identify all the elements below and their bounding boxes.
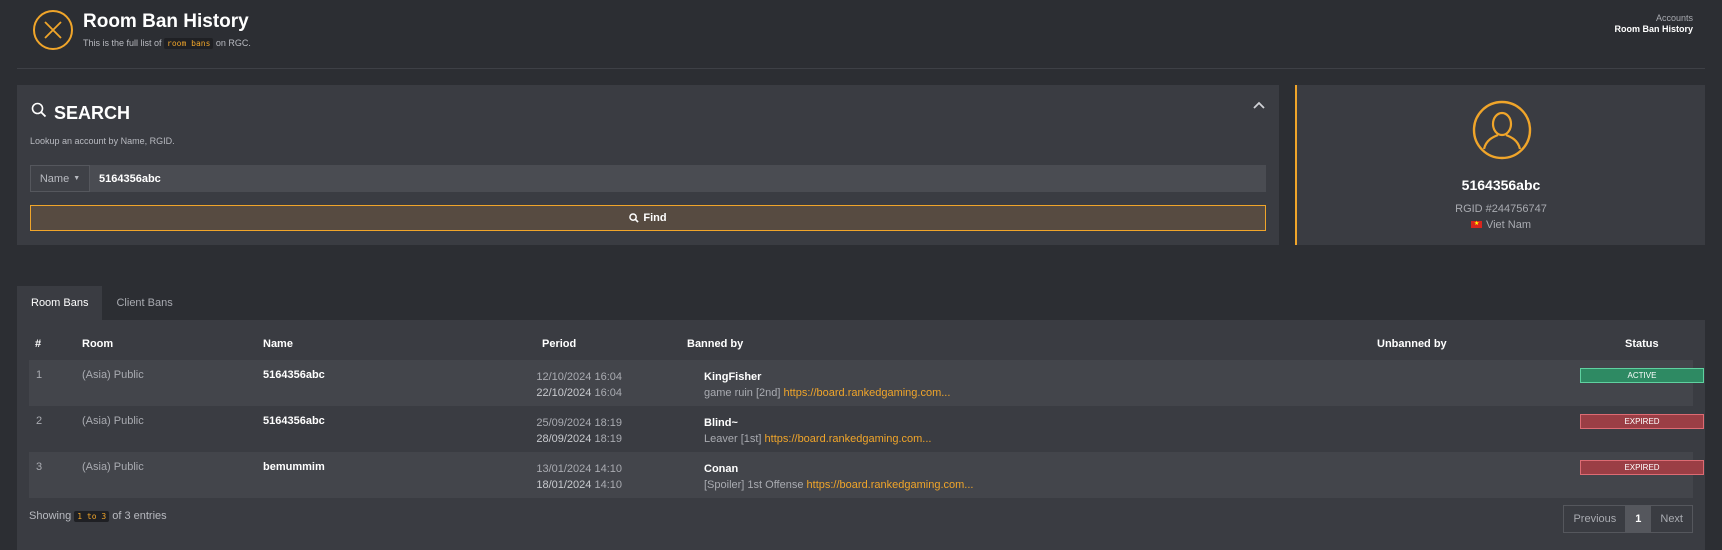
row-name[interactable]: bemummim	[263, 461, 325, 473]
vietnam-flag-icon	[1470, 220, 1482, 228]
profile-country: Viet Nam	[1297, 219, 1705, 231]
tab-room-bans[interactable]: Room Bans	[17, 286, 103, 320]
caret-down-icon: ▼	[73, 175, 81, 182]
row-period: 12/10/2024 16:04 22/10/2024 16:04	[447, 369, 622, 401]
ban-thread-link[interactable]: https://board.rankedgaming.com...	[765, 433, 932, 445]
ban-reason: Leaver [1st]	[704, 433, 762, 445]
status-badge: ACTIVE	[1580, 368, 1704, 383]
period-start-date: 13/01/2024	[536, 463, 592, 475]
period-end-time: 14:10	[594, 479, 622, 491]
pagination: Previous 1 Next	[1563, 505, 1693, 533]
subtitle-code: room bans	[164, 38, 214, 49]
ban-tabs: Room Bans Client Bans	[17, 286, 187, 320]
banned-by-name[interactable]: KingFisher	[704, 369, 950, 385]
status-badge: EXPIRED	[1580, 414, 1704, 429]
find-button-label: Find	[643, 212, 667, 224]
chevron-up-icon[interactable]	[1253, 99, 1265, 113]
row-banned-by: Blind~ Leaver [1st] https://board.ranked…	[704, 415, 931, 447]
banned-by-name[interactable]: Blind~	[704, 415, 931, 431]
pagination-next[interactable]: Next	[1650, 506, 1692, 532]
table-header: # Room Name Period Banned by Unbanned by…	[17, 338, 1705, 358]
breadcrumb-accounts[interactable]: Accounts	[1614, 13, 1693, 23]
col-period[interactable]: Period	[542, 338, 576, 350]
page-title: Room Ban History	[83, 11, 249, 32]
period-end-date: 18/01/2024	[536, 479, 592, 491]
period-end-time: 16:04	[594, 387, 622, 399]
ban-reason: [Spoiler] 1st Offense	[704, 479, 804, 491]
tab-client-bans[interactable]: Client Bans	[102, 286, 186, 320]
period-start-date: 12/10/2024	[536, 371, 592, 383]
subtitle-suffix: on RGC.	[215, 38, 251, 48]
table-info: Showing 1 to 3 of 3 entries	[29, 510, 167, 522]
search-field-select[interactable]: Name ▼	[30, 165, 90, 192]
close-circle-icon	[33, 10, 73, 50]
row-room: (Asia) Public	[82, 461, 144, 473]
period-start-time: 16:04	[594, 371, 622, 383]
period-end-date: 22/10/2024	[536, 387, 592, 399]
pagination-previous[interactable]: Previous	[1564, 506, 1625, 532]
row-room: (Asia) Public	[82, 369, 144, 381]
col-banned-by[interactable]: Banned by	[687, 338, 743, 350]
row-banned-by: KingFisher game ruin [2nd] https://board…	[704, 369, 950, 401]
profile-rgid: RGID #244756747	[1455, 203, 1547, 215]
col-num[interactable]: #	[35, 338, 41, 350]
room-bans-table: # Room Name Period Banned by Unbanned by…	[17, 320, 1705, 550]
col-room[interactable]: Room	[82, 338, 113, 350]
search-icon	[31, 102, 47, 121]
row-num: 3	[36, 461, 43, 473]
profile-country-label: Viet Nam	[1485, 219, 1532, 231]
table-row: 2 (Asia) Public 5164356abc 25/09/2024 18…	[29, 406, 1704, 452]
avatar-icon	[1472, 100, 1532, 160]
period-start-time: 14:10	[594, 463, 622, 475]
row-name[interactable]: 5164356abc	[263, 369, 325, 381]
search-panel: SEARCH Lookup an account by Name, RGID. …	[17, 85, 1279, 245]
ban-thread-link[interactable]: https://board.rankedgaming.com...	[784, 387, 951, 399]
table-info-prefix: Showing	[29, 510, 72, 522]
table-info-suffix: of 3 entries	[112, 510, 167, 522]
col-unbanned-by[interactable]: Unbanned by	[1377, 338, 1447, 350]
table-row: 1 (Asia) Public 5164356abc 12/10/2024 16…	[29, 360, 1704, 406]
pagination-page-1[interactable]: 1	[1625, 506, 1651, 532]
row-period: 13/01/2024 14:10 18/01/2024 14:10	[447, 461, 622, 493]
search-icon	[629, 213, 640, 223]
search-title: SEARCH	[54, 103, 131, 123]
breadcrumb: Accounts Room Ban History	[1614, 13, 1693, 34]
search-field-label: Name	[39, 172, 70, 185]
row-name[interactable]: 5164356abc	[263, 415, 325, 427]
row-num: 1	[36, 369, 43, 381]
row-num: 2	[36, 415, 43, 427]
search-hint: Lookup an account by Name, RGID.	[30, 136, 175, 146]
page-subtitle: This is the full list of room bans on RG…	[83, 38, 251, 49]
row-banned-by: Conan [Spoiler] 1st Offense https://boar…	[704, 461, 973, 493]
ban-reason: game ruin [2nd]	[704, 387, 781, 399]
status-badge: EXPIRED	[1580, 460, 1704, 475]
period-start-time: 18:19	[594, 417, 622, 429]
profile-panel: 5164356abc RGID #244756747 Viet Nam	[1295, 85, 1705, 245]
subtitle-prefix: This is the full list of	[83, 38, 162, 48]
table-info-range: 1 to 3	[74, 511, 110, 522]
row-period: 25/09/2024 18:19 28/09/2024 18:19	[447, 415, 622, 447]
profile-name: 5164356abc	[1461, 177, 1541, 193]
row-room: (Asia) Public	[82, 415, 144, 427]
page-header: Room Ban History This is the full list o…	[0, 0, 1722, 70]
period-start-date: 25/09/2024	[536, 417, 592, 429]
ban-thread-link[interactable]: https://board.rankedgaming.com...	[807, 479, 974, 491]
period-end-time: 18:19	[594, 433, 622, 445]
table-row: 3 (Asia) Public bemummim 13/01/2024 14:1…	[29, 452, 1704, 498]
breadcrumb-current: Room Ban History	[1614, 24, 1693, 34]
search-input[interactable]	[90, 165, 1266, 192]
banned-by-name[interactable]: Conan	[704, 461, 973, 477]
find-button[interactable]: Find	[30, 205, 1266, 231]
col-name[interactable]: Name	[263, 338, 293, 350]
header-divider	[17, 68, 1705, 69]
period-end-date: 28/09/2024	[536, 433, 592, 445]
col-status[interactable]: Status	[1625, 338, 1659, 350]
